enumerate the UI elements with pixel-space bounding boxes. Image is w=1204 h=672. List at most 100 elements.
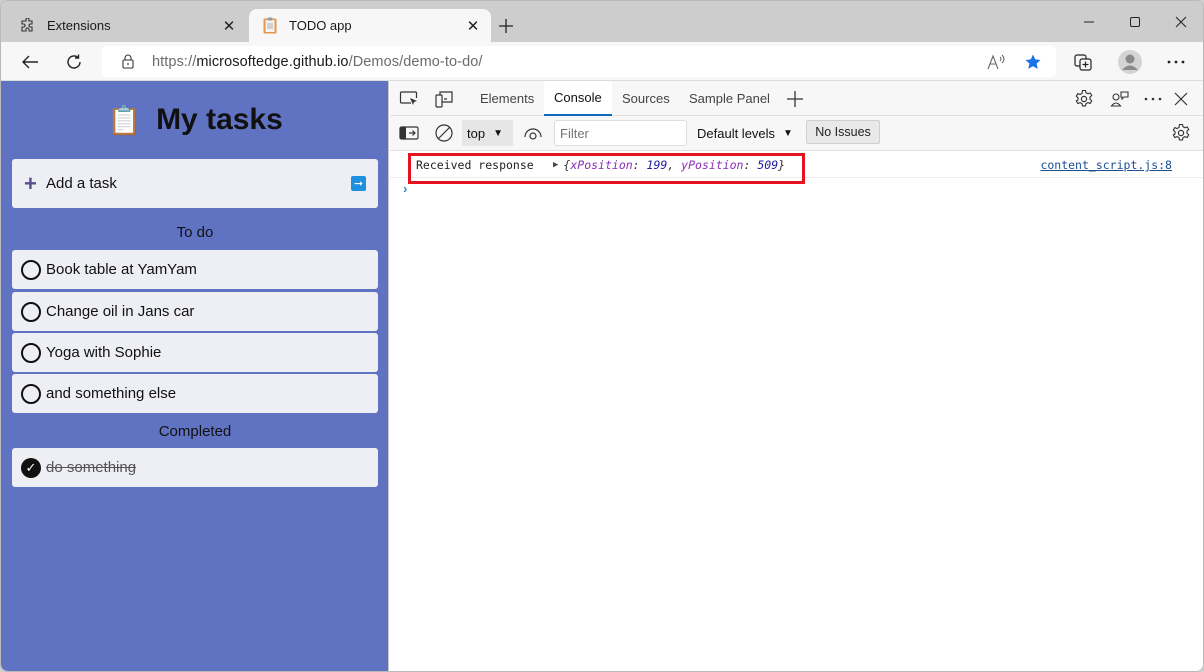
completed-heading: Completed	[158, 423, 232, 440]
checkmark-icon[interactable]: ✓	[21, 457, 41, 478]
devtools-panel: Elements Console Sources Sample Panel to…	[390, 81, 1203, 671]
source-link[interactable]: content_script.js:8	[1040, 158, 1172, 172]
tab-title: Extensions	[47, 18, 111, 33]
task-item[interactable]: Yoga with Sophie	[12, 333, 378, 372]
more-tools-plus-icon[interactable]	[783, 88, 807, 110]
object-separator: ,	[667, 158, 682, 172]
inspect-element-icon[interactable]	[397, 88, 421, 110]
tab-todo-app[interactable]: TODO app ✕	[249, 9, 491, 42]
clear-console-icon[interactable]	[432, 122, 456, 144]
console-log-row: Received response ▶ { xPosition : 199 , …	[390, 151, 1203, 178]
unchecked-circle-icon[interactable]	[21, 259, 41, 280]
browser-window: Extensions ✕ TODO app ✕ https://microsof…	[0, 0, 1204, 672]
collections-button[interactable]	[1070, 48, 1098, 76]
devtools-settings-gear-icon[interactable]	[1072, 88, 1096, 110]
more-options-icon[interactable]	[1141, 88, 1165, 110]
console-settings-gear-icon[interactable]	[1169, 122, 1193, 144]
dropdown-arrow-icon: ▼	[783, 127, 793, 139]
address-bar[interactable]: https://microsoftedge.github.io/Demos/de…	[102, 46, 1056, 77]
issues-button[interactable]: No Issues	[806, 120, 880, 144]
page-title-text: My tasks	[156, 103, 283, 136]
back-button[interactable]	[16, 48, 44, 76]
tab-title: TODO app	[289, 18, 352, 33]
read-aloud-icon[interactable]	[984, 50, 1010, 74]
context-value: top	[467, 125, 486, 141]
plus-icon: +	[24, 170, 37, 196]
device-emulation-icon[interactable]	[432, 88, 456, 110]
profile-button[interactable]	[1116, 48, 1144, 76]
unchecked-circle-icon[interactable]	[21, 383, 41, 404]
minimize-button[interactable]	[1069, 9, 1109, 35]
task-item[interactable]: Change oil in Jans car	[12, 292, 378, 331]
new-tab-button[interactable]	[493, 13, 519, 39]
todo-heading: To do	[176, 224, 214, 241]
close-tab-icon[interactable]: ✕	[217, 14, 241, 38]
tab-console[interactable]: Console	[544, 81, 612, 116]
log-levels-dropdown[interactable]: Default levels ▼	[697, 120, 793, 146]
object-key: xPosition	[570, 158, 633, 172]
favorite-star-icon[interactable]	[1020, 50, 1046, 74]
url-path: /Demos/demo-to-do/	[348, 53, 483, 70]
url-domain: microsoftedge.github.io	[196, 53, 349, 70]
tab-elements[interactable]: Elements	[470, 81, 544, 116]
tab-extensions[interactable]: Extensions ✕	[9, 9, 247, 42]
devtools-tab-bar: Elements Console Sources Sample Panel	[390, 81, 1203, 116]
more-icon	[1167, 60, 1185, 64]
browser-toolbar: https://microsoftedge.github.io/Demos/de…	[1, 42, 1203, 81]
submit-arrow-icon[interactable]: ➞	[351, 176, 366, 191]
minimize-icon	[1084, 21, 1094, 23]
close-devtools-icon[interactable]	[1169, 88, 1193, 110]
dropdown-arrow-icon: ▼	[493, 127, 503, 139]
puzzle-icon	[19, 17, 37, 35]
log-object-preview[interactable]: ▶ { xPosition : 199 , yPosition : 509 }	[553, 158, 785, 172]
maximize-button[interactable]	[1115, 9, 1155, 35]
object-value: 199	[646, 158, 668, 172]
object-colon: :	[743, 158, 758, 172]
toggle-sidebar-icon[interactable]	[397, 122, 421, 144]
unchecked-circle-icon[interactable]	[21, 342, 41, 363]
context-selector[interactable]: top ▼	[462, 120, 513, 146]
unchecked-circle-icon[interactable]	[21, 301, 41, 322]
console-prompt-icon[interactable]: ›	[403, 181, 407, 196]
refresh-icon	[67, 54, 81, 69]
feedback-icon[interactable]	[1108, 88, 1132, 110]
close-window-button[interactable]	[1161, 9, 1201, 35]
task-text: Change oil in Jans car	[46, 303, 195, 320]
log-message: Received response	[416, 158, 534, 172]
object-brace: }	[778, 158, 786, 172]
console-output: Received response ▶ { xPosition : 199 , …	[390, 151, 1203, 671]
collections-icon	[1074, 54, 1092, 71]
add-task-input[interactable]: + Add a task ➞	[12, 159, 378, 208]
tab-sources[interactable]: Sources	[612, 81, 680, 116]
clipboard-icon	[261, 17, 279, 35]
close-tab-icon[interactable]: ✕	[461, 14, 485, 38]
log-levels-value: Default levels	[697, 125, 776, 141]
task-item[interactable]: and something else	[12, 374, 378, 413]
object-colon: :	[632, 158, 647, 172]
avatar-icon	[1118, 50, 1142, 74]
object-key: yPosition	[681, 158, 744, 172]
live-expression-eye-icon[interactable]	[521, 122, 545, 144]
add-task-placeholder: Add a task	[46, 175, 117, 192]
object-value: 509	[757, 158, 779, 172]
task-text: do something	[46, 459, 137, 476]
url-text[interactable]: https://microsoftedge.github.io/Demos/de…	[152, 54, 483, 70]
maximize-icon	[1130, 17, 1140, 27]
clipboard-emoji-icon: 📋	[107, 104, 143, 136]
lock-icon[interactable]	[118, 54, 138, 69]
task-item[interactable]: Book table at YamYam	[12, 250, 378, 289]
plus-icon	[499, 19, 513, 33]
todo-page: 📋 My tasks + Add a task ➞ To do Book tab…	[1, 81, 389, 671]
task-text: and something else	[46, 385, 177, 402]
expand-triangle-icon[interactable]: ▶	[553, 160, 558, 170]
settings-more-button[interactable]	[1162, 48, 1190, 76]
filter-input[interactable]	[554, 120, 687, 146]
close-icon	[1175, 16, 1187, 28]
tab-sample-panel[interactable]: Sample Panel	[679, 81, 780, 116]
completed-task-item[interactable]: ✓ do something	[12, 448, 378, 487]
console-toolbar: top ▼ Default levels ▼ No Issues	[390, 116, 1203, 151]
task-text: Book table at YamYam	[46, 261, 197, 278]
task-text: Yoga with Sophie	[46, 344, 162, 361]
url-prefix: https://	[152, 53, 197, 70]
refresh-button[interactable]	[60, 48, 88, 76]
